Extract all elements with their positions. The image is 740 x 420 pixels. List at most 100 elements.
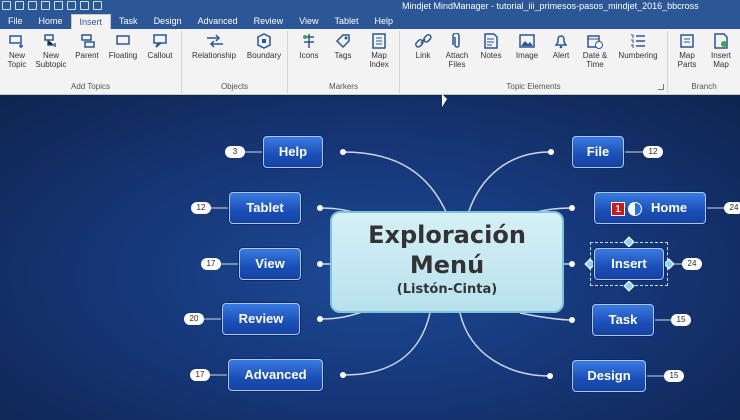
callout-button[interactable]: Callout [143,33,177,60]
new-icon[interactable] [15,1,24,10]
topic-count-badge: 3 [225,146,245,158]
map-parts-button[interactable]: Map Parts [670,33,704,69]
map-canvas[interactable]: Exploración Menú (Listón-Cinta) Help 3 T… [0,96,740,420]
tab-design[interactable]: Design [146,14,190,29]
floating-button[interactable]: Floating [106,33,140,60]
paperclip-icon [452,33,460,48]
map-index-button[interactable]: Map Index [362,33,396,69]
customize-icon[interactable] [93,1,102,10]
connector-dot [548,149,554,155]
connector-dot [569,317,575,323]
topic-insert[interactable]: Insert [594,248,664,280]
relationship-icon [207,34,223,48]
topic-help[interactable]: Help [263,136,323,168]
link-button[interactable]: Link [406,33,440,60]
insert-map-icon [714,33,728,49]
tab-home[interactable]: Home [31,14,71,29]
topic-count-badge: 17 [190,369,210,381]
group-markers: Icons Tags Map Index Markers [288,31,400,93]
parent-button[interactable]: Parent [70,33,104,60]
ribbon-tabs: File Home Insert Task Design Advanced Re… [0,13,740,29]
topic-count-badge: 15 [671,314,691,326]
parent-icon [81,34,95,48]
alert-button[interactable]: Alert [544,33,578,60]
tab-tablet[interactable]: Tablet [326,14,366,29]
connector-dot [547,373,553,379]
open-icon[interactable] [28,1,37,10]
topic-count-badge: 24 [724,202,740,214]
topic-count-badge: 17 [201,258,221,270]
central-topic[interactable]: Exploración Menú (Listón-Cinta) [330,211,564,313]
connector-dot [317,205,323,211]
new-subtopic-icon [44,34,56,47]
date-time-button[interactable]: Date & Time [578,33,612,69]
new-topic-icon [9,35,23,48]
topic-markers: 1 [611,202,642,216]
icons-icon [303,34,314,48]
mouse-pointer-icon [442,94,447,107]
dialog-launcher-icon[interactable] [658,84,664,90]
app-menu-icon[interactable] [2,1,11,10]
topic-review[interactable]: Review [222,303,300,335]
notes-button[interactable]: Notes [474,33,508,60]
connector-dot [317,261,323,267]
priority-1-icon: 1 [611,202,625,216]
image-button[interactable]: Image [510,33,544,60]
tab-view[interactable]: View [291,14,326,29]
topic-count-badge: 12 [643,146,663,158]
relationship-button[interactable]: Relationship [190,33,238,60]
quick-access-toolbar [2,1,102,10]
undo-icon[interactable] [67,1,76,10]
topic-task[interactable]: Task [592,304,654,336]
topic-count-badge: 20 [184,313,204,325]
group-label-objects: Objects [220,82,249,91]
numbering-button[interactable]: Numbering [614,33,662,60]
new-subtopic-button[interactable]: New Subtopic [34,33,68,69]
topic-view[interactable]: View [239,248,301,280]
topic-advanced[interactable]: Advanced [228,359,323,391]
new-topic-button[interactable]: New Topic [0,33,34,69]
insert-map-button[interactable]: Insert Map [704,33,738,69]
tags-button[interactable]: Tags [326,33,360,60]
topic-home-label: Home [651,200,688,215]
callout-icon [153,34,167,48]
tab-task[interactable]: Task [111,14,146,29]
topic-home[interactable]: 1 Home [594,192,706,224]
ribbon: New Topic New Subtopic Parent Floating Cal… [0,29,740,95]
numbering-icon [631,34,645,48]
tab-file[interactable]: File [0,14,31,29]
central-topic-line-1: Exploración [368,221,526,249]
group-topic-elements: Link Attach Files Notes Image Alert Date … [400,31,668,93]
group-label-markers: Markers [329,82,358,91]
group-add-topics: New Topic New Subtopic Parent Floating Cal… [0,31,182,93]
save-icon[interactable] [41,1,50,10]
tab-review[interactable]: Review [246,14,292,29]
connector-dot [340,149,346,155]
connector-dot [569,205,575,211]
central-topic-line-2: Menú [409,251,485,279]
topic-tablet[interactable]: Tablet [229,192,301,224]
connector-dot [340,372,346,378]
map-parts-icon [680,34,694,48]
topic-design[interactable]: Design [572,360,646,392]
image-icon [519,34,535,48]
redo-icon[interactable] [80,1,89,10]
group-label-branch: Branch [691,82,717,91]
central-topic-line-3: (Listón-Cinta) [396,282,498,297]
floating-icon [116,35,130,45]
topic-count-badge: 15 [664,370,684,382]
title-bar: Mindjet MindManager - tutorial_iii_prime… [0,0,740,13]
print-icon[interactable] [54,1,63,10]
tab-advanced[interactable]: Advanced [190,14,246,29]
icons-button[interactable]: Icons [292,33,326,60]
topic-file[interactable]: File [572,136,624,168]
tab-help[interactable]: Help [367,14,402,29]
group-label-add-topics: Add Topics [71,82,110,91]
tag-icon [335,34,350,49]
tab-insert[interactable]: Insert [70,14,112,29]
topic-count-badge: 24 [682,258,702,270]
attach-files-button[interactable]: Attach Files [440,33,474,69]
boundary-button[interactable]: Boundary [244,33,284,60]
connector-dot [317,316,323,322]
group-objects: Relationship Boundary Objects [182,31,288,93]
